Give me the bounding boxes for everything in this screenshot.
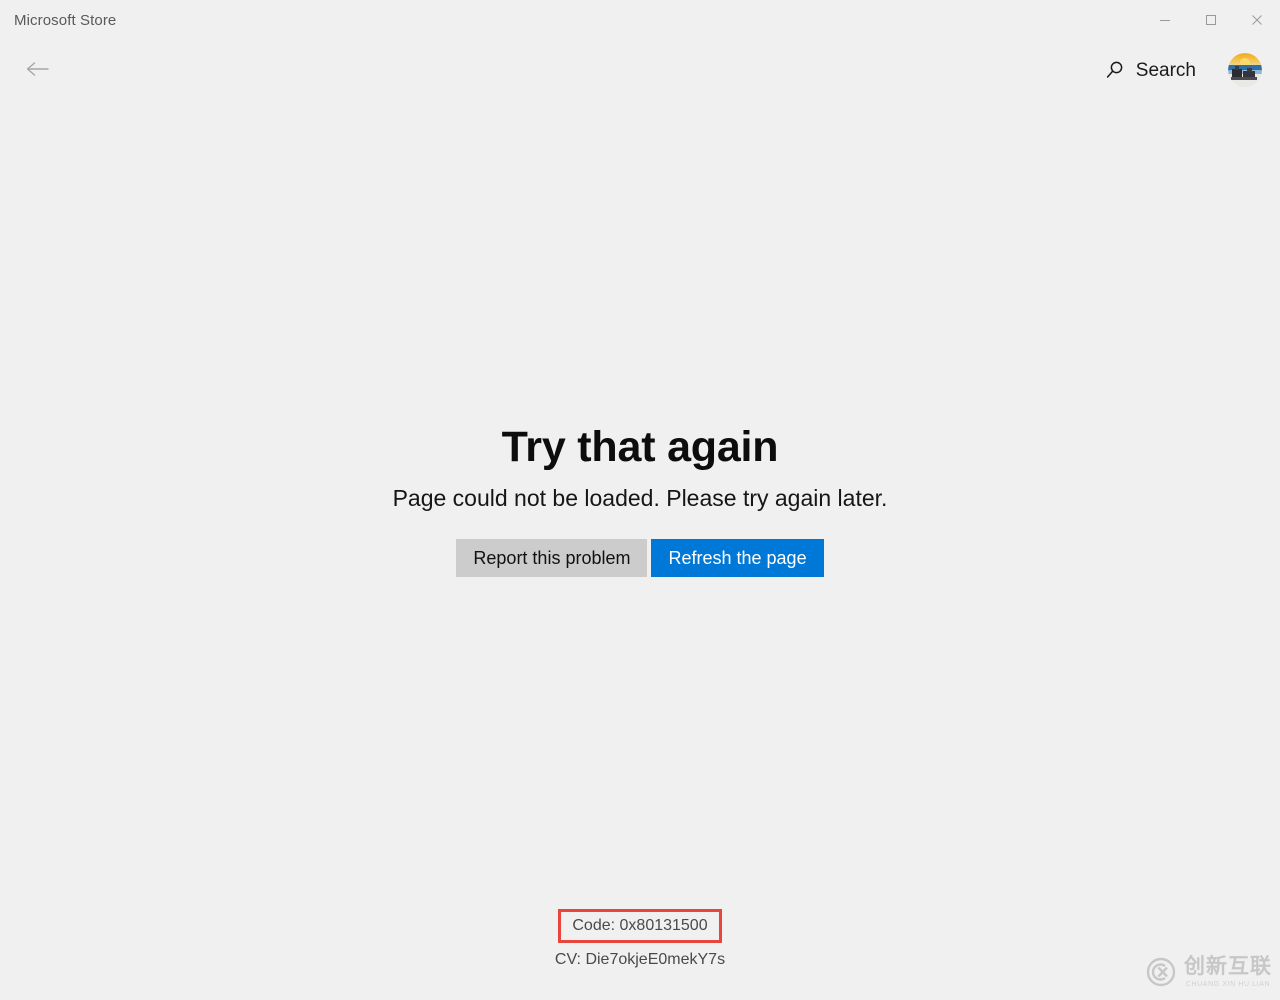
close-button[interactable] [1234, 0, 1280, 40]
header-bar: Search [0, 40, 1280, 100]
minimize-icon [1159, 14, 1171, 26]
error-block: Try that again Page could not be loaded.… [0, 423, 1280, 577]
watermark-subtitle: CHUANG XIN HU LIAN [1185, 981, 1271, 988]
microsoft-store-window: Microsoft Store Search Try that again Pa… [0, 0, 1280, 1000]
header-actions: Search [1099, 53, 1262, 87]
minimize-button[interactable] [1142, 0, 1188, 40]
page-subtitle: Page could not be loaded. Please try aga… [392, 485, 888, 512]
report-problem-button[interactable]: Report this problem [456, 538, 648, 577]
back-button[interactable] [16, 50, 60, 90]
search-label: Search [1135, 59, 1196, 81]
back-arrow-icon [25, 59, 51, 82]
correlation-vector-text: CV: Die7okjeE0mekY7s [554, 951, 726, 968]
page-title: Try that again [501, 423, 779, 471]
maximize-icon [1205, 14, 1217, 26]
window-controls [1142, 0, 1280, 40]
error-actions: Report this problem Refresh the page [0, 538, 1280, 577]
error-code-wrap: Code: 0x80131500 [558, 909, 722, 943]
title-bar: Microsoft Store [0, 0, 1280, 40]
search-icon [1105, 60, 1125, 80]
refresh-page-button[interactable]: Refresh the page [651, 538, 824, 577]
main-content: Try that again Page could not be loaded.… [0, 100, 1280, 1000]
maximize-button[interactable] [1188, 0, 1234, 40]
error-code-block: Code: 0x80131500 CV: Die7okjeE0mekY7s [0, 909, 1280, 968]
error-code-text: Code: 0x80131500 [572, 917, 708, 934]
window-title: Microsoft Store [14, 11, 117, 29]
avatar[interactable] [1228, 53, 1262, 87]
search-button[interactable]: Search [1099, 54, 1206, 86]
close-icon [1251, 14, 1263, 26]
